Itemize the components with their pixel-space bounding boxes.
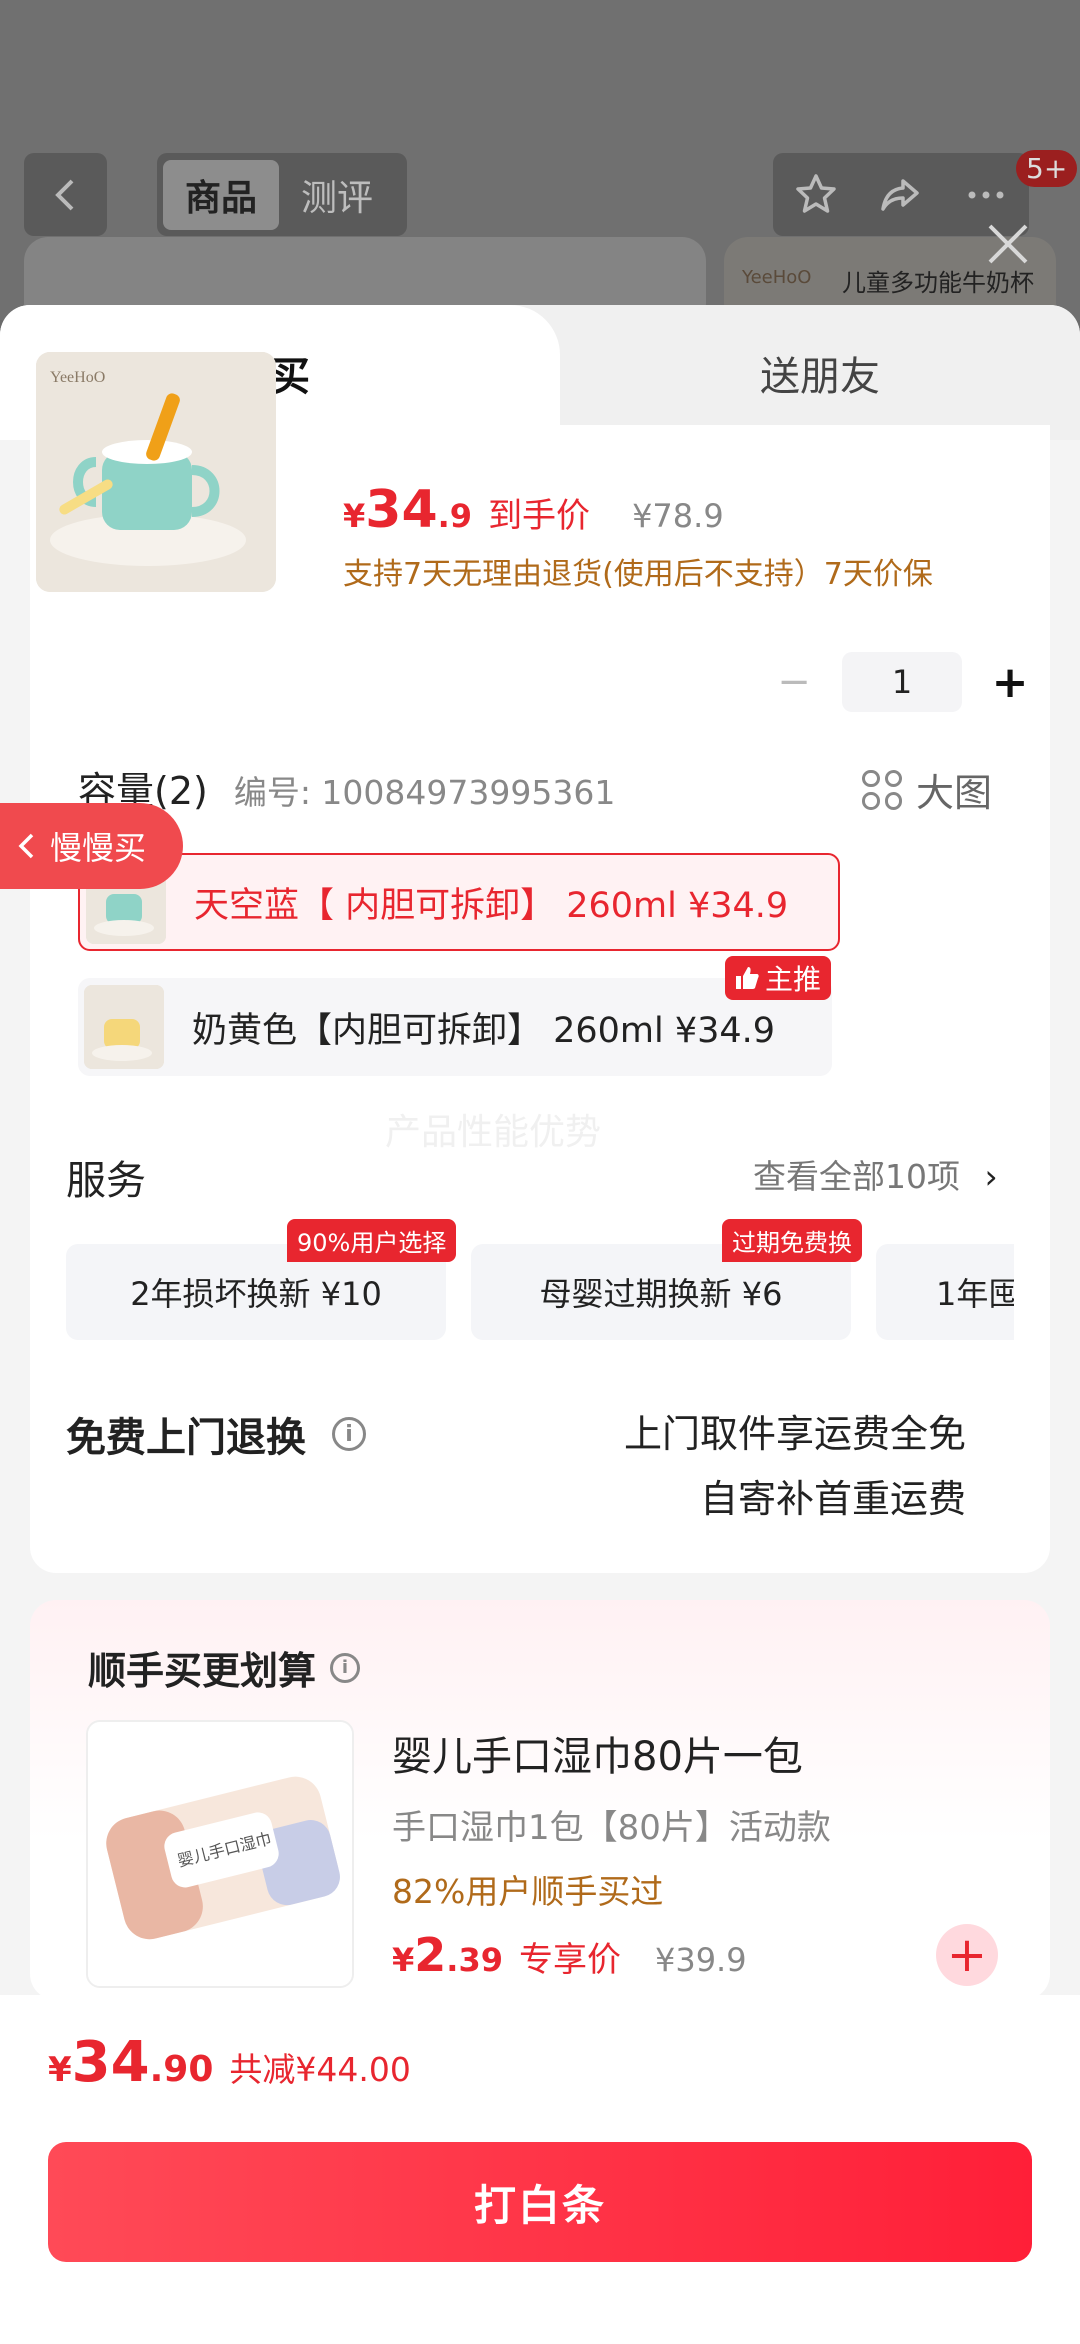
brand-watermark: YeeHoO: [50, 369, 105, 386]
chevron-right-icon: ›: [984, 1157, 998, 1196]
decrease-quantity-button[interactable]: −: [770, 658, 818, 706]
free-return-line1: 上门取件享运费全免: [623, 1412, 966, 1456]
services-list: 2年损坏换新 ¥10 母婴过期换新 ¥6 1年囤: [66, 1244, 1014, 1340]
services-title: 服务: [66, 1158, 146, 1204]
original-price: ¥78.9: [632, 497, 724, 535]
back-button[interactable]: [24, 153, 107, 236]
quantity-input[interactable]: 1: [842, 652, 962, 712]
info-icon[interactable]: i: [332, 1417, 366, 1451]
cup-illustration: YeeHoO: [36, 352, 276, 592]
chevron-left-icon: [54, 179, 73, 210]
addon-add-button[interactable]: +: [936, 1924, 998, 1986]
addon-price-label: 专享价: [518, 1940, 621, 1980]
close-icon[interactable]: [980, 216, 1036, 272]
chevron-left-icon: [18, 833, 34, 859]
option-label: 奶黄色【内胆可拆卸】 260ml ¥34.9: [192, 1010, 776, 1051]
brand-logo: YeeHoO: [742, 267, 812, 288]
view-all-services-link[interactable]: 查看全部10项 ›: [753, 1150, 998, 1198]
addon-original-price: ¥39.9: [654, 1941, 747, 1979]
addon-popularity: 82%用户顺手买过: [392, 1872, 664, 1911]
current-price: ¥34.9: [343, 480, 473, 540]
discount-total: 共减¥44.00: [229, 2050, 411, 2089]
free-return-line2: 自寄补首重运费: [699, 1477, 966, 1521]
free-return-title: 免费上门退换 i: [66, 1405, 366, 1463]
spec-option-sky-blue[interactable]: 天空蓝【 内胆可拆卸】 260ml ¥34.9: [78, 853, 840, 951]
product-image[interactable]: YeeHoO: [36, 352, 276, 592]
grid-icon: [862, 769, 902, 810]
addon-price-line: ¥2.39 专享价 ¥39.9: [392, 1928, 747, 1982]
share-icon[interactable]: [877, 171, 925, 219]
pay-button[interactable]: 打白条: [48, 2142, 1032, 2262]
recommended-badge: 主推: [725, 956, 832, 1000]
total-price: ¥34.90 共减¥44.00: [48, 2030, 411, 2095]
spec-option-cream-yellow[interactable]: 奶黄色【内胆可拆卸】 260ml ¥34.9: [78, 978, 832, 1076]
addon-current-price: ¥2.39: [392, 1928, 503, 1982]
info-icon[interactable]: i: [330, 1652, 361, 1683]
service-badge: 90%用户选择: [287, 1219, 457, 1262]
more-icon[interactable]: [962, 171, 1010, 219]
big-image-label: 大图: [916, 771, 993, 815]
tab-product[interactable]: 商品: [163, 159, 279, 230]
addon-title: 顺手买更划算 i: [88, 1640, 361, 1695]
addon-spec: 手口湿巾1包【80片】活动款: [392, 1808, 831, 1848]
big-image-button[interactable]: 大图: [862, 762, 992, 817]
tab-review[interactable]: 测评: [279, 160, 395, 230]
option-thumbnail: [84, 985, 164, 1069]
message-count-badge: 5+: [1016, 150, 1078, 187]
return-policy-text: 支持7天无理由退货(使用后不支持）7天价保: [343, 557, 933, 592]
addon-name[interactable]: 婴儿手口湿巾80片一包: [392, 1724, 803, 1782]
price-label: 到手价: [488, 496, 591, 536]
increase-quantity-button[interactable]: +: [986, 657, 1034, 708]
star-icon[interactable]: [792, 171, 840, 219]
product-code: 编号: 10084973995361: [233, 773, 616, 812]
addon-product-image[interactable]: 婴儿手口湿巾: [86, 1720, 354, 1988]
option-label: 天空蓝【 内胆可拆卸】 260ml ¥34.9: [194, 885, 789, 926]
product-tabs: 商品 测评: [157, 153, 407, 236]
price-line: ¥34.9 到手价 ¥78.9: [343, 480, 724, 540]
quantity-stepper: − 1 +: [770, 652, 1034, 712]
service-third[interactable]: 1年囤: [876, 1244, 1014, 1340]
service-badge: 过期免费换: [722, 1219, 862, 1262]
thumbs-up-icon: [736, 967, 759, 989]
tab-send-friend[interactable]: 送朋友: [560, 305, 1080, 440]
slow-buy-button[interactable]: 慢慢买: [0, 803, 183, 889]
watermark-text: 产品性能优势: [385, 1112, 602, 1153]
slow-buy-label: 慢慢买: [50, 829, 147, 867]
